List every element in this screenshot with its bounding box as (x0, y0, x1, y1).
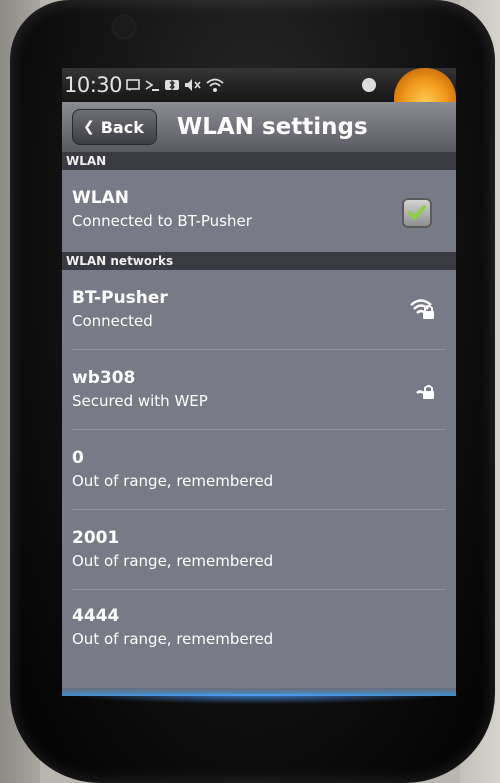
network-status: Out of range, remembered (72, 552, 274, 570)
front-camera (113, 16, 135, 38)
chevron-left-icon: ❮ (83, 119, 95, 135)
wlan-toggle-row[interactable]: WLAN Connected to BT-Pusher (62, 170, 456, 248)
network-name: wb308 (72, 368, 136, 388)
wifi-icon (206, 77, 224, 93)
network-status: Out of range, remembered (72, 472, 274, 490)
battery-glow-icon (394, 68, 456, 102)
network-item[interactable]: 0 Out of range, remembered (62, 430, 456, 508)
network-item[interactable]: 4444 Out of range, remembered (62, 588, 456, 666)
usb-debug-icon (144, 77, 160, 93)
network-status: Out of range, remembered (72, 630, 274, 648)
network-item[interactable]: BT-Pusher Connected (62, 270, 456, 348)
network-name: 4444 (72, 606, 120, 626)
bluetooth-icon (164, 77, 180, 93)
mute-icon (184, 77, 202, 93)
back-button[interactable]: ❮ Back (72, 109, 157, 145)
checkmark-icon (408, 205, 426, 220)
network-name: 2001 (72, 528, 120, 548)
network-status: Connected (72, 312, 153, 330)
section-header-wlan: WLAN (62, 152, 456, 170)
network-name: 0 (72, 448, 84, 468)
network-name: BT-Pusher (72, 288, 168, 308)
back-button-label: Back (100, 117, 144, 137)
status-bar: 10:30 (62, 68, 456, 102)
network-status: Secured with WEP (72, 392, 208, 410)
wlan-toggle-title: WLAN (72, 188, 129, 208)
title-bar: ❮ Back WLAN settings (62, 102, 456, 152)
section-header-networks: WLAN networks (62, 252, 456, 270)
message-icon (126, 78, 140, 92)
phone-screen: 10:30 ❮ Back WLAN settings WLAN WLAN Con… (62, 68, 456, 696)
page-title: WLAN settings (176, 114, 368, 140)
wifi-lock-weak-icon (416, 385, 434, 399)
wifi-lock-strong-icon (410, 299, 434, 319)
status-time: 10:30 (64, 73, 123, 97)
wlan-toggle-summary: Connected to BT-Pusher (72, 212, 252, 230)
network-item[interactable]: wb308 Secured with WEP (62, 350, 456, 428)
screen-glow (62, 694, 456, 704)
network-item[interactable]: 2001 Out of range, remembered (62, 510, 456, 588)
notification-dot-icon (362, 78, 376, 92)
wlan-checkbox[interactable] (402, 198, 432, 228)
